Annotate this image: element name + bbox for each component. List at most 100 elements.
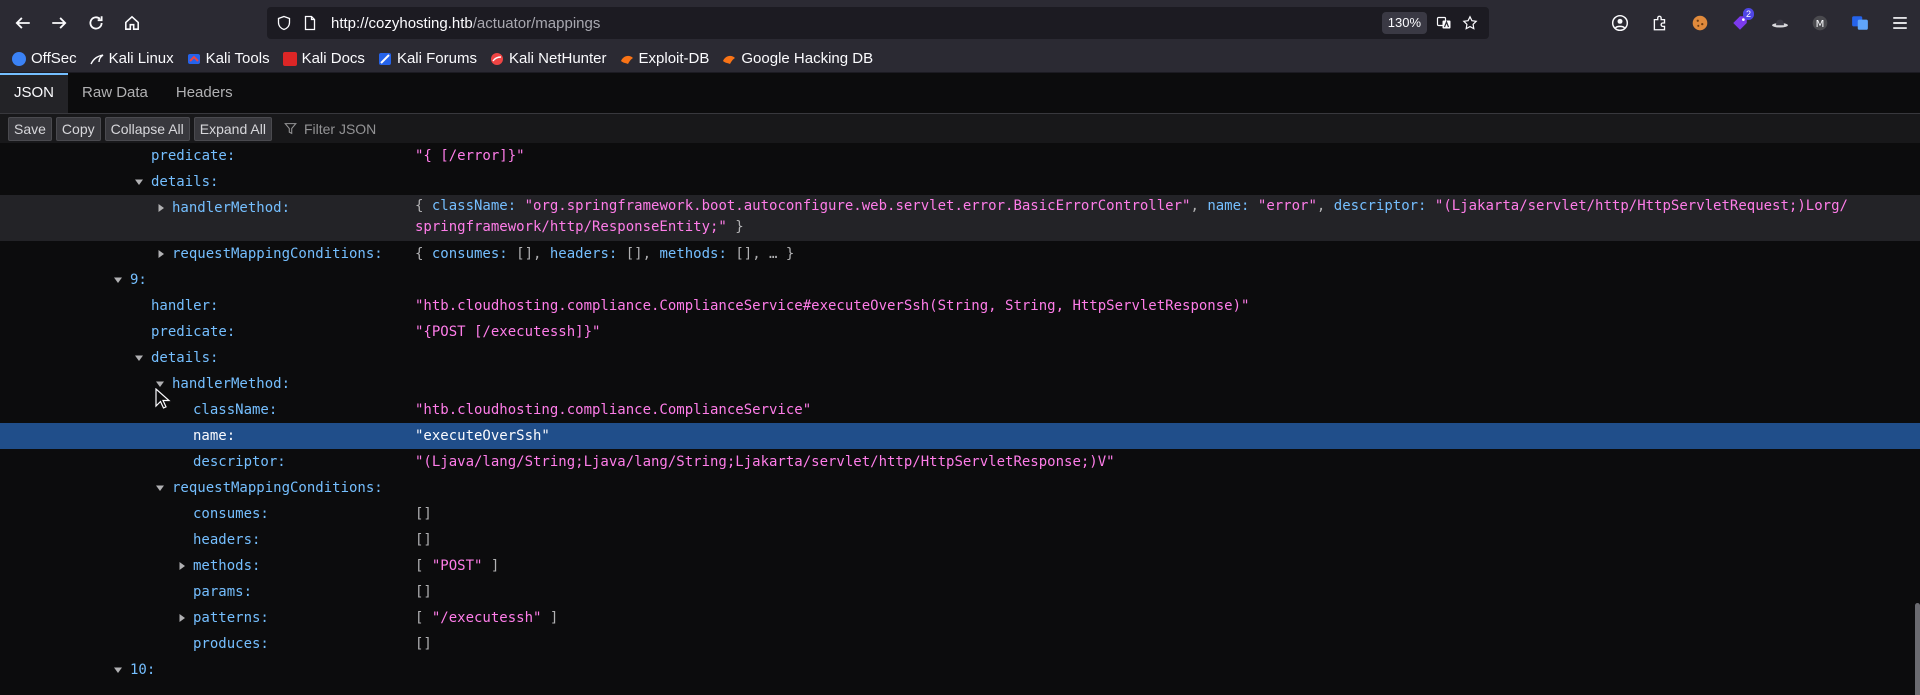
kali-tools-icon (187, 52, 201, 66)
expand-toggle-icon[interactable] (113, 665, 123, 675)
collapsed-toggle-icon[interactable] (156, 249, 166, 259)
json-value: [ "/executessh" ] (415, 605, 558, 631)
tree-row-name[interactable]: name: "executeOverSsh" (0, 423, 1920, 449)
home-icon (125, 15, 139, 30)
extensions-button[interactable] (1640, 0, 1680, 45)
expand-all-button[interactable]: Expand All (193, 116, 272, 141)
json-value: "htb.cloudhosting.compliance.ComplianceS… (415, 402, 812, 418)
inline-punctuation: [], … } (726, 246, 795, 262)
json-key: 10: (130, 662, 156, 678)
save-button[interactable]: Save (8, 116, 52, 141)
tab-json[interactable]: JSON (0, 73, 69, 113)
bookmark-star-icon[interactable] (1461, 14, 1479, 32)
home-button[interactable] (116, 7, 148, 39)
json-key: requestMappingConditions: (172, 480, 383, 496)
inline-punctuation: [], (507, 246, 550, 262)
tab-headers[interactable]: Headers (162, 73, 247, 113)
shield-icon[interactable] (275, 14, 293, 32)
bookmark-label: OffSec (31, 50, 77, 67)
expand-toggle-icon[interactable] (134, 177, 144, 187)
json-value: [] (415, 532, 432, 548)
tree-row-10[interactable]: 10: (0, 657, 1920, 683)
array-string: "POST" (431, 558, 483, 574)
url-text[interactable]: http://cozyhosting.htb/actuator/mappings (331, 15, 600, 32)
menu-button[interactable] (1880, 0, 1920, 45)
bookmark-kali-tools[interactable]: Kali Tools (187, 50, 270, 67)
page-icon[interactable] (301, 14, 319, 32)
tree-row-descriptor[interactable]: descriptor: "(Ljava/lang/String;Ljava/la… (0, 449, 1920, 475)
tree-row-produces[interactable]: produces: [] (0, 631, 1920, 657)
offsec-icon (12, 51, 26, 66)
inline-key: name: (1207, 198, 1250, 214)
inline-key: headers: (549, 246, 618, 262)
tree-row-methods[interactable]: methods: [ "POST" ] (0, 553, 1920, 579)
tree-row-params[interactable]: params: [] (0, 579, 1920, 605)
tab-raw-data[interactable]: Raw Data (68, 73, 162, 113)
inline-string: "error" (1249, 198, 1317, 214)
forward-button[interactable] (43, 7, 75, 39)
expand-toggle-icon[interactable] (134, 353, 144, 363)
tree-row-handlerMethod-9[interactable]: handlerMethod: (0, 371, 1920, 397)
json-key: methods: (193, 558, 261, 574)
url-bar[interactable]: http://cozyhosting.htb/actuator/mappings… (267, 7, 1489, 39)
account-button[interactable] (1600, 0, 1640, 45)
vertical-scrollbar[interactable] (1915, 603, 1920, 695)
filter-json-input[interactable] (301, 119, 706, 138)
tree-row-consumes[interactable]: consumes: [] (0, 501, 1920, 527)
zoom-level-badge[interactable]: 130% (1381, 12, 1427, 34)
collapsed-toggle-icon[interactable] (156, 203, 166, 213)
bookmark-kali-nethunter[interactable]: Kali NetHunter (490, 50, 607, 67)
exploitdb-icon (620, 52, 634, 66)
json-value: "executeOverSsh" (415, 428, 550, 444)
translate-icon[interactable] (1435, 14, 1453, 32)
json-tree: " predicate: "{ [/error]}" details: hand… (0, 143, 1920, 695)
json-value-line-2: springframework/http/ResponseEntity;" } (415, 216, 744, 238)
bookmark-exploit-db[interactable]: Exploit-DB (620, 50, 709, 67)
browser-navbar: http://cozyhosting.htb/actuator/mappings… (0, 0, 1920, 45)
collapsed-toggle-icon[interactable] (177, 561, 187, 571)
collapse-all-button[interactable]: Collapse All (104, 116, 190, 141)
tree-row-className[interactable]: className: "htb.cloudhosting.compliance.… (0, 397, 1920, 423)
expand-toggle-icon[interactable] (113, 275, 123, 285)
tree-row-details-9[interactable]: details: (0, 345, 1920, 371)
tree-row-requestMappingConditions-8[interactable]: requestMappingConditions: { consumes: []… (0, 241, 1920, 267)
bookmark-kali-docs[interactable]: Kali Docs (282, 50, 365, 67)
json-key: produces: (193, 636, 269, 652)
cookie-icon (1692, 15, 1708, 30)
bookmark-kali-linux[interactable]: Kali Linux (89, 50, 174, 67)
bookmark-offsec[interactable]: OffSec (12, 50, 77, 67)
translate-extension-button[interactable] (1840, 0, 1880, 45)
tree-row-handlerMethod-8[interactable]: handlerMethod: { className: "org.springf… (0, 195, 1920, 241)
tree-row-headers[interactable]: headers: [] (0, 527, 1920, 553)
kali-dragon-icon (89, 52, 104, 66)
json-value: [] (415, 584, 432, 600)
json-value: "htb.cloudhosting.compliance.ComplianceS… (415, 298, 1250, 314)
collapsed-toggle-icon[interactable] (177, 613, 187, 623)
expand-toggle-icon[interactable] (155, 483, 165, 493)
copy-button[interactable]: Copy (55, 116, 101, 141)
cookie-extension-button[interactable] (1680, 0, 1720, 45)
hat-extension-button[interactable] (1760, 0, 1800, 45)
tree-row-patterns[interactable]: patterns: [ "/executessh" ] (0, 605, 1920, 631)
tree-row-predicate-9[interactable]: predicate: "{POST [/executessh]}" (0, 319, 1920, 345)
json-key: predicate: (151, 324, 236, 340)
tree-row-handler-9[interactable]: handler: "htb.cloudhosting.compliance.Co… (0, 293, 1920, 319)
inline-punctuation: , (1316, 198, 1334, 214)
url-path: /actuator/mappings (472, 14, 601, 32)
tree-row-details-8[interactable]: details: (0, 169, 1920, 195)
back-button[interactable] (7, 7, 39, 39)
json-value: [ "POST" ] (415, 553, 499, 579)
m-circle-icon: M (1812, 15, 1828, 30)
tree-row-predicate-8[interactable]: predicate: "{ [/error]}" (0, 143, 1920, 169)
m-extension-button[interactable]: M (1800, 0, 1840, 45)
reload-button[interactable] (80, 7, 112, 39)
tree-row-9[interactable]: 9: (0, 267, 1920, 293)
bracket-open: [ (415, 610, 432, 626)
bookmark-google-hacking-db[interactable]: Google Hacking DB (722, 50, 873, 67)
inline-punctuation: [], (617, 246, 660, 262)
tree-row-requestMappingConditions-9[interactable]: requestMappingConditions: (0, 475, 1920, 501)
inline-punctuation: { (415, 198, 432, 214)
bookmark-kali-forums[interactable]: Kali Forums (378, 50, 477, 67)
hat-icon (1772, 19, 1788, 27)
tag-extension-button[interactable]: 2 (1720, 0, 1760, 45)
